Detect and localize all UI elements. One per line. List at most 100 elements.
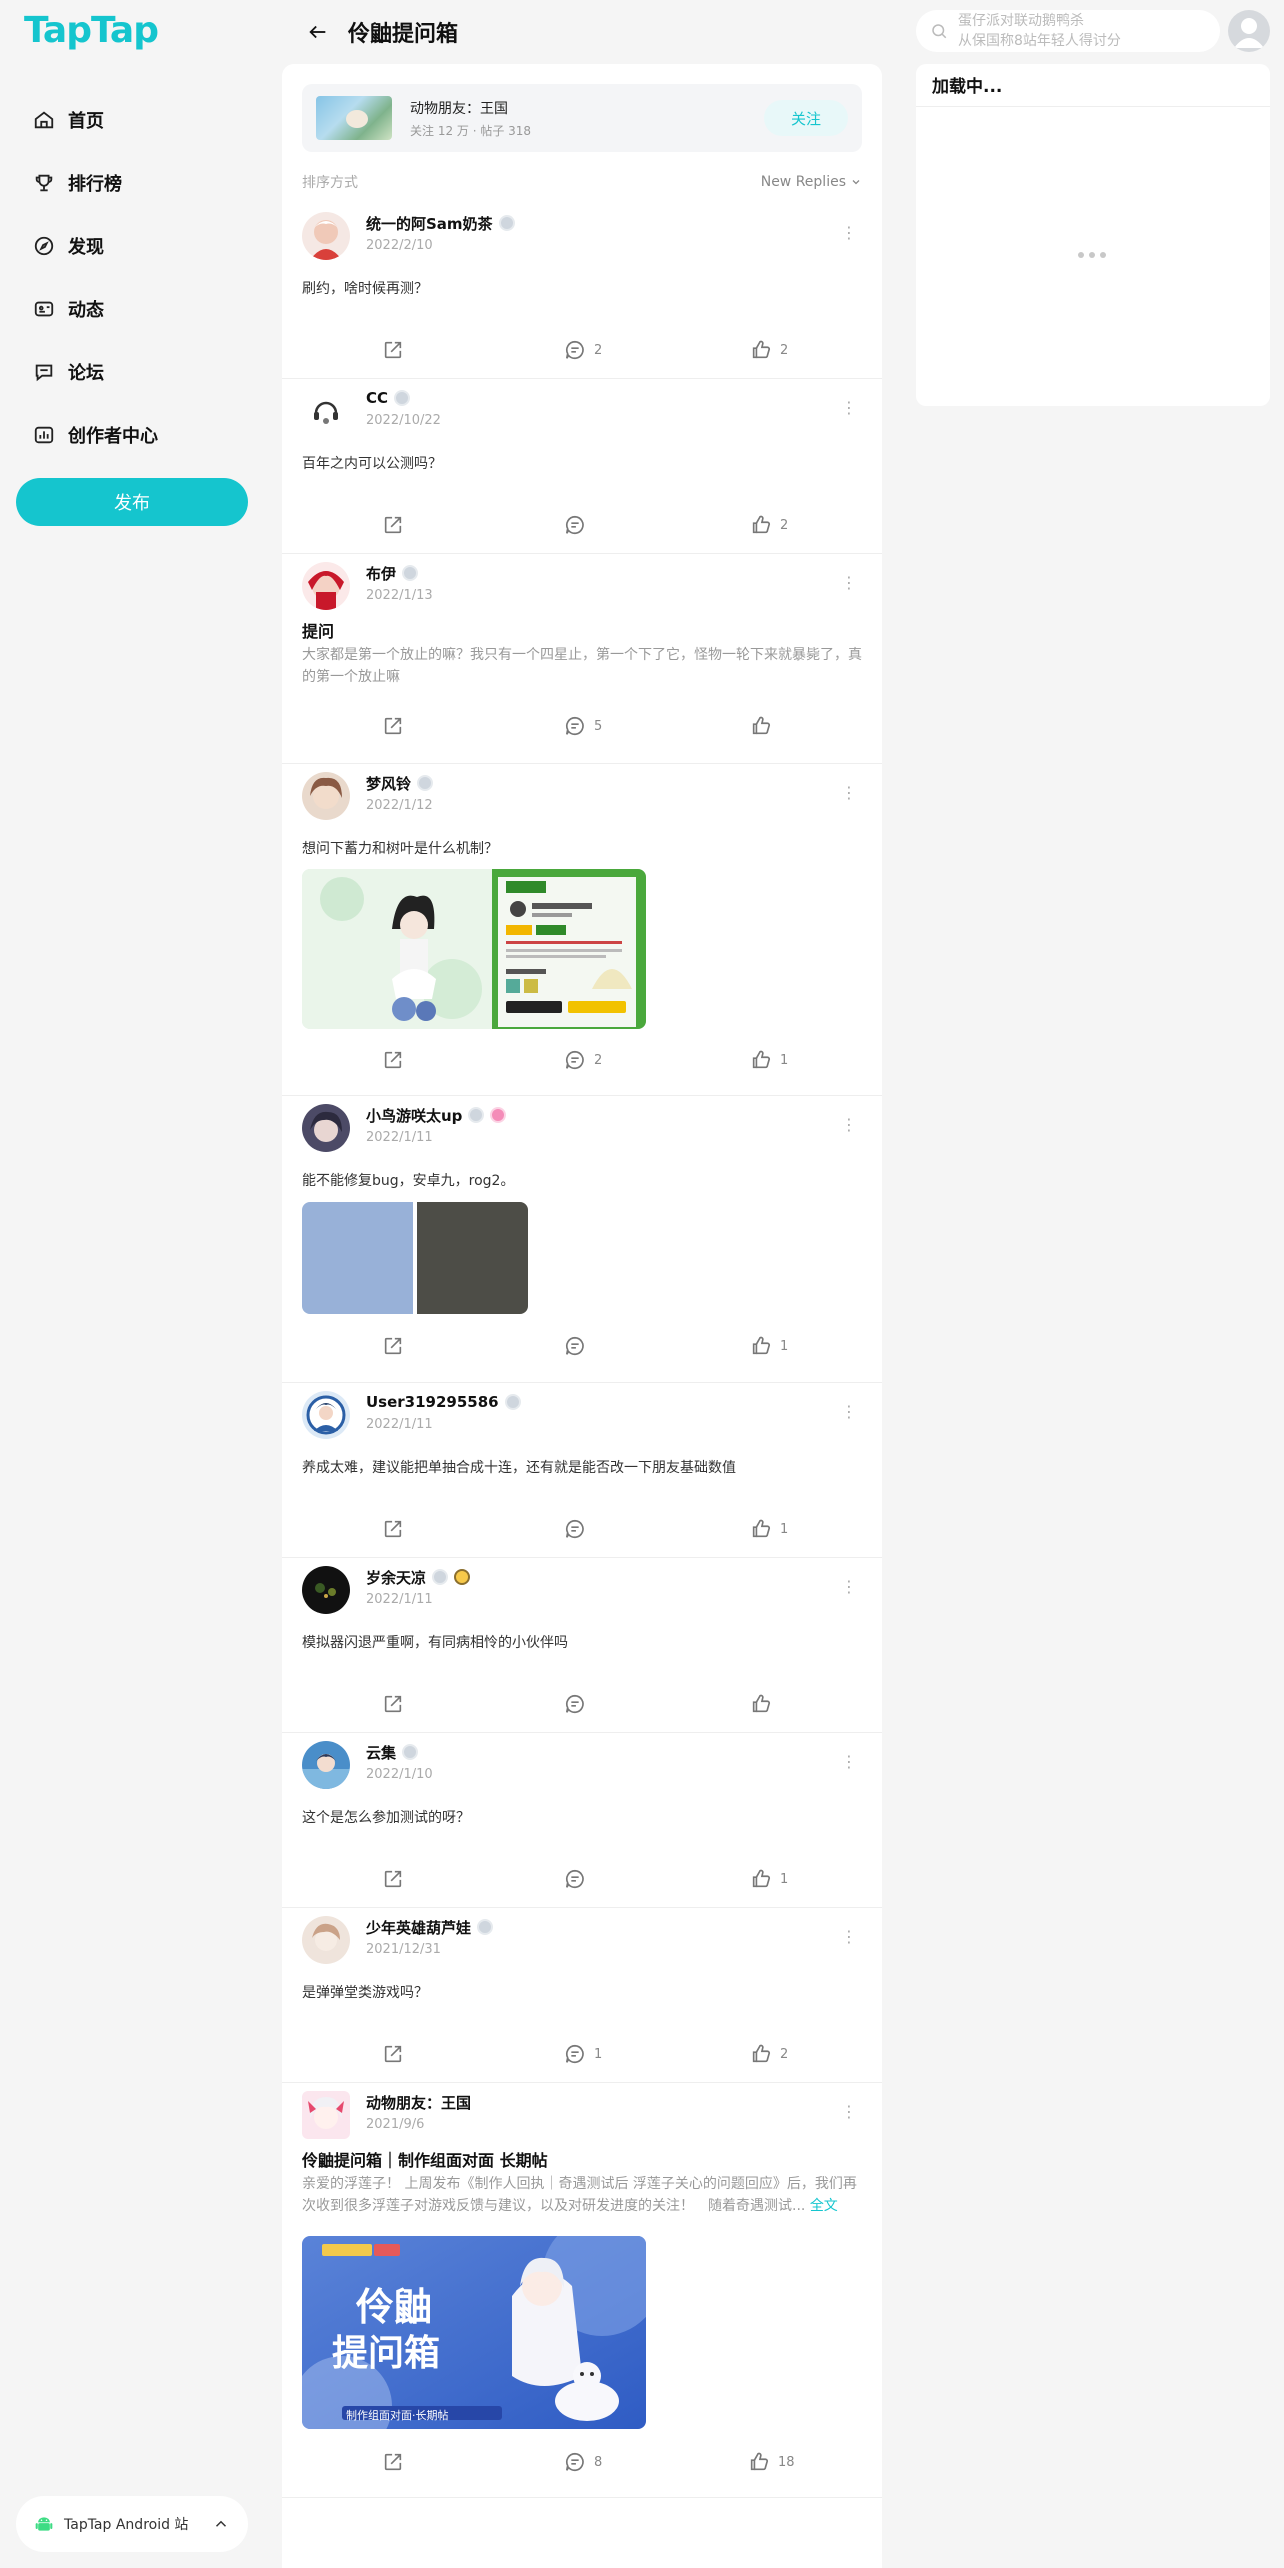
more-options-icon[interactable]: ⋮ xyxy=(840,1404,858,1423)
post-text[interactable]: 这个是怎么参加测试的呀？ xyxy=(302,1807,862,1829)
avatar[interactable] xyxy=(302,1104,350,1152)
share-button[interactable] xyxy=(382,336,412,364)
like-button[interactable]: 1 xyxy=(750,1332,788,1360)
post-item[interactable]: CC 2022/10/22 ⋮ 百年之内可以公测吗？ 2 xyxy=(282,379,882,554)
more-options-icon[interactable]: ⋮ xyxy=(840,225,858,244)
post-text[interactable]: 刷约，啥时候再测？ xyxy=(302,278,862,300)
avatar[interactable] xyxy=(302,2091,350,2139)
post-image[interactable] xyxy=(417,1202,528,1314)
post-item[interactable]: 梦风铃 2022/1/12 ⋮ 想问下蓄力和树叶是什么机制？ 2 1 xyxy=(282,764,882,1096)
comment-button[interactable] xyxy=(564,511,594,539)
share-button[interactable] xyxy=(382,511,412,539)
avatar[interactable] xyxy=(302,212,350,260)
post-text[interactable]: 亲爱的浮莲子！ 上周发布《制作人回执｜奇遇测试后 浮莲子关心的问题回应》后，我们… xyxy=(302,2173,862,2217)
post-image[interactable] xyxy=(302,1202,413,1314)
like-button[interactable]: 1 xyxy=(750,1865,788,1893)
back-button[interactable] xyxy=(296,10,340,54)
post-item[interactable]: 岁余天凉 2022/1/11 ⋮ 模拟器闪退严重啊，有同病相怜的小伙伴吗 xyxy=(282,1558,882,1733)
like-button[interactable] xyxy=(750,712,780,740)
post-text[interactable]: 百年之内可以公测吗？ xyxy=(302,453,862,475)
avatar[interactable] xyxy=(302,387,350,435)
comment-button[interactable] xyxy=(564,1332,594,1360)
avatar[interactable] xyxy=(302,1391,350,1439)
nav-item-feed[interactable]: 动态 xyxy=(16,277,248,340)
post-text[interactable]: 养成太难，建议能把单抽合成十连，还有就是能否改一下朋友基础数值 xyxy=(302,1457,862,1479)
comment-button[interactable] xyxy=(564,1690,594,1718)
chevron-up-icon[interactable] xyxy=(212,2515,230,2533)
post-item[interactable]: 少年英雄葫芦娃 2021/12/31 ⋮ 是弹弹堂类游戏吗？ 1 2 xyxy=(282,1908,882,2083)
like-button[interactable]: 2 xyxy=(750,511,788,539)
comment-button[interactable]: 1 xyxy=(564,2040,602,2068)
share-button[interactable] xyxy=(382,1332,412,1360)
nav-item-creator-center[interactable]: 创作者中心 xyxy=(16,403,248,466)
post-item[interactable]: 统一的阿Sam奶茶 2022/2/10 ⋮ 刷约，啥时候再测？ 2 2 xyxy=(282,204,882,379)
avatar[interactable] xyxy=(302,1916,350,1964)
like-button[interactable]: 2 xyxy=(750,336,788,364)
forum-card[interactable]: 动物朋友：王国 关注 12 万 · 帖子 318 关注 xyxy=(302,84,862,152)
search-input[interactable]: 蛋仔派对联动鹅鸭杀 从保国称8站年轻人得讨分 xyxy=(916,10,1220,52)
more-options-icon[interactable]: ⋮ xyxy=(840,1754,858,1773)
post-text[interactable]: 想问下蓄力和树叶是什么机制？ xyxy=(302,838,862,860)
post-title[interactable]: 伶鼬提问箱｜制作组面对面 长期帖 xyxy=(302,2147,548,2171)
taptap-logo[interactable]: TapTap xyxy=(24,10,159,51)
username[interactable]: 梦风铃 xyxy=(366,773,411,794)
like-button[interactable]: 18 xyxy=(748,2448,795,2476)
username[interactable]: 动物朋友：王国 xyxy=(366,2092,471,2113)
post-image[interactable] xyxy=(302,869,646,1029)
post-item[interactable]: 动物朋友：王国 2021/9/6 ⋮ 伶鼬提问箱｜制作组面对面 长期帖 亲爱的浮… xyxy=(282,2083,882,2498)
like-button[interactable]: 2 xyxy=(750,2040,788,2068)
post-banner-image[interactable]: 伶鼬 提问箱 制作组面对面·长期帖 xyxy=(302,2236,646,2429)
publish-button[interactable]: 发布 xyxy=(16,478,248,526)
more-options-icon[interactable]: ⋮ xyxy=(840,785,858,804)
read-full-link[interactable]: 全文 xyxy=(810,2198,838,2214)
nav-item-forum[interactable]: 论坛 xyxy=(16,340,248,403)
avatar[interactable] xyxy=(302,1741,350,1789)
share-button[interactable] xyxy=(382,1046,412,1074)
post-title[interactable]: 提问 xyxy=(302,618,334,642)
more-options-icon[interactable]: ⋮ xyxy=(840,1579,858,1598)
post-item[interactable]: 布伊 2022/1/13 ⋮ 提问 大家都是第一个放止的嘛？我只有一个四星止，第… xyxy=(282,554,882,764)
username[interactable]: CC xyxy=(366,389,388,407)
post-item[interactable]: User319295586 2022/1/11 ⋮ 养成太难，建议能把单抽合成十… xyxy=(282,1383,882,1558)
sort-dropdown[interactable]: New Replies xyxy=(761,174,862,190)
more-options-icon[interactable]: ⋮ xyxy=(840,2104,858,2123)
nav-item-discover[interactable]: 发现 xyxy=(16,214,248,277)
post-text[interactable]: 大家都是第一个放止的嘛？我只有一个四星止，第一个下了它，怪物一轮下来就暴毙了，真… xyxy=(302,644,862,688)
nav-item-ranking[interactable]: 排行榜 xyxy=(16,151,248,214)
like-button[interactable]: 1 xyxy=(750,1046,788,1074)
username[interactable]: 布伊 xyxy=(366,563,396,584)
more-options-icon[interactable]: ⋮ xyxy=(840,1117,858,1136)
post-text[interactable]: 能不能修复bug，安卓九，rog2。 xyxy=(302,1170,862,1192)
share-button[interactable] xyxy=(382,2040,412,2068)
comment-button[interactable] xyxy=(564,1865,594,1893)
follow-button[interactable]: 关注 xyxy=(764,100,848,136)
avatar[interactable] xyxy=(302,1566,350,1614)
username[interactable]: 统一的阿Sam奶茶 xyxy=(366,213,493,234)
more-options-icon[interactable]: ⋮ xyxy=(840,575,858,594)
more-options-icon[interactable]: ⋮ xyxy=(840,400,858,419)
like-button[interactable] xyxy=(750,1690,780,1718)
comment-button[interactable] xyxy=(564,1515,594,1543)
user-avatar[interactable] xyxy=(1228,10,1270,52)
share-button[interactable] xyxy=(382,1690,412,1718)
avatar[interactable] xyxy=(302,562,350,610)
avatar[interactable] xyxy=(302,772,350,820)
share-button[interactable] xyxy=(382,1515,412,1543)
share-button[interactable] xyxy=(382,2448,412,2476)
more-options-icon[interactable]: ⋮ xyxy=(840,1929,858,1948)
android-site-bar[interactable]: TapTap Android 站 xyxy=(16,2496,248,2552)
comment-button[interactable]: 2 xyxy=(564,336,602,364)
comment-button[interactable]: 2 xyxy=(564,1046,602,1074)
share-button[interactable] xyxy=(382,1865,412,1893)
like-button[interactable]: 1 xyxy=(750,1515,788,1543)
username[interactable]: 云集 xyxy=(366,1742,396,1763)
post-text[interactable]: 模拟器闪退严重啊，有同病相怜的小伙伴吗 xyxy=(302,1632,862,1654)
username[interactable]: 小鸟游咲太up xyxy=(366,1105,462,1126)
nav-item-home[interactable]: 首页 xyxy=(16,88,248,151)
username[interactable]: 少年英雄葫芦娃 xyxy=(366,1917,471,1938)
comment-button[interactable]: 8 xyxy=(564,2448,602,2476)
post-item[interactable]: 小鸟游咲太up 2022/1/11 ⋮ 能不能修复bug，安卓九，rog2。 1 xyxy=(282,1096,882,1383)
comment-button[interactable]: 5 xyxy=(564,712,602,740)
post-text[interactable]: 是弹弹堂类游戏吗？ xyxy=(302,1982,862,2004)
post-item[interactable]: 云集 2022/1/10 ⋮ 这个是怎么参加测试的呀？ 1 xyxy=(282,1733,882,1908)
